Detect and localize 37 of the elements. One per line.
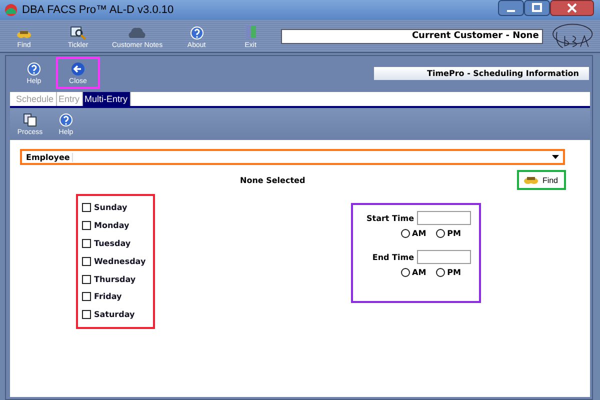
back-arrow-icon [71, 62, 85, 76]
caret-icon [552, 155, 559, 159]
logo-drawing [550, 22, 594, 50]
minimize-icon[interactable] [498, 0, 524, 16]
employee-label: Employee [26, 152, 73, 162]
day-checkbox[interactable]: Friday [82, 288, 153, 306]
radio-button[interactable]: PM [436, 268, 461, 277]
cloud-icon [127, 26, 148, 40]
maximize-icon[interactable] [524, 0, 550, 16]
documents-icon [23, 112, 37, 126]
current-customer-field: Current Customer - None [280, 28, 543, 44]
employee-dropdown[interactable]: Employee [20, 149, 565, 165]
binoculars-icon [523, 175, 539, 185]
day-checkbox[interactable]: Tuesday [82, 234, 153, 252]
day-checkbox[interactable]: Thursday [82, 270, 153, 288]
panel-title: TimePro - Scheduling Information [374, 66, 589, 80]
help-icon [59, 112, 73, 126]
app-icon [4, 3, 18, 17]
time-label: Start Time [366, 214, 414, 222]
tab[interactable]: Multi-Entry [82, 92, 131, 106]
radio-button[interactable]: PM [436, 229, 461, 238]
find-button[interactable]: Find [517, 170, 566, 190]
day-checkbox[interactable]: Wednesday [82, 252, 153, 270]
time-input[interactable] [417, 211, 471, 225]
help-icon [190, 26, 204, 40]
selection-status: None Selected [240, 176, 306, 184]
radio-button[interactable]: AM [401, 229, 426, 238]
radio-button[interactable]: AM [401, 268, 426, 277]
day-checkbox[interactable]: Saturday [82, 306, 153, 324]
day-checkbox[interactable]: Sunday [82, 199, 153, 217]
help-icon [27, 62, 41, 76]
day-checkbox[interactable]: Monday [82, 216, 153, 235]
magnifier-icon [70, 26, 86, 40]
time-input[interactable] [417, 250, 471, 264]
close-icon[interactable] [550, 0, 594, 16]
time-label: End Time [372, 252, 414, 262]
window-title: DBA FACS Pro™ AL-D v3.0.10 [22, 4, 175, 16]
